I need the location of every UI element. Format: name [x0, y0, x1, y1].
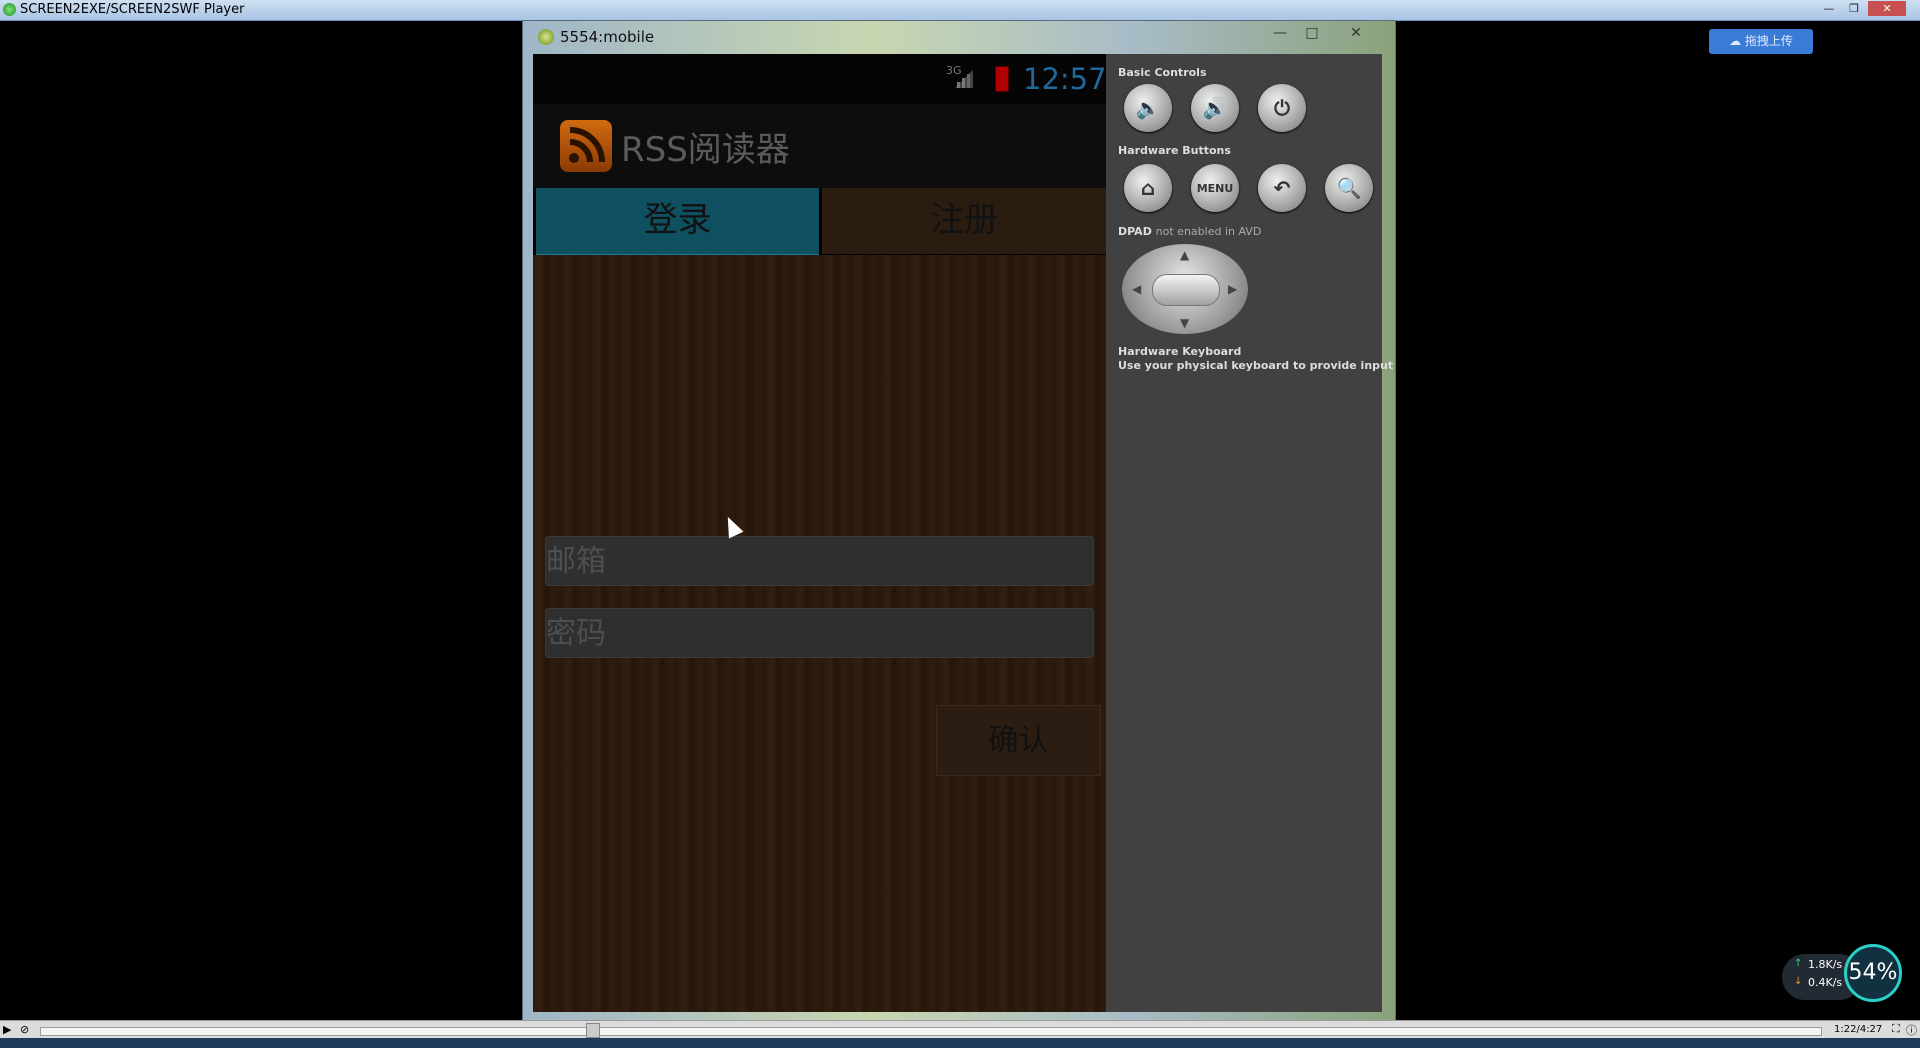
volume-up-icon: 🔊 — [1202, 96, 1228, 120]
dpad-down-icon[interactable]: ▼ — [1180, 316, 1189, 330]
upload-speed: 1.8K/s — [1808, 958, 1843, 971]
info-icon[interactable]: ⓘ — [1906, 1022, 1917, 1038]
volume-up-button[interactable]: 🔊 — [1191, 84, 1239, 132]
signal-icon — [955, 70, 973, 88]
basic-controls-label: Basic Controls — [1118, 66, 1207, 79]
hardware-keyboard-desc: Use your physical keyboard to provide in… — [1118, 359, 1394, 372]
hardware-buttons-label: Hardware Buttons — [1118, 144, 1231, 157]
action-bar: RSS阅读器 — [533, 104, 1106, 188]
emulator-minimize-button[interactable]: — — [1266, 24, 1294, 42]
download-speed: 0.4K/s — [1808, 976, 1843, 989]
taskbar — [0, 1038, 1920, 1048]
player-minimize-button[interactable]: — — [1818, 1, 1840, 16]
dpad-right-icon[interactable]: ▶ — [1228, 282, 1237, 296]
dpad-left-icon[interactable]: ◀ — [1132, 282, 1141, 296]
volume-down-button[interactable]: 🔈 — [1124, 84, 1172, 132]
upload-badge[interactable]: ☁ 拖拽上传 — [1709, 29, 1813, 54]
dpad-label-text: DPAD — [1118, 225, 1152, 238]
network-speed-widget: ↑ 1.8K/s ↓ 0.4K/s 54% — [1782, 944, 1902, 1006]
download-arrow-icon: ↓ — [1794, 976, 1803, 987]
android-icon — [538, 29, 554, 45]
power-button[interactable]: ⏻ — [1258, 84, 1306, 132]
cpu-percent[interactable]: 54% — [1844, 944, 1902, 1002]
back-icon: ↶ — [1273, 176, 1291, 200]
time-label: 1:22/4:27 — [1834, 1024, 1883, 1035]
progress-bar[interactable] — [40, 1027, 1822, 1036]
emulator-title: 5554:mobile — [560, 28, 655, 46]
login-form: 邮箱 密码 确认 — [533, 255, 1106, 1012]
emulator-controls-panel: Basic Controls 🔈 🔊 ⏻ Hardware Buttons ⌂ … — [1106, 54, 1393, 1012]
upload-label: 拖拽上传 — [1744, 34, 1793, 48]
back-button[interactable]: ↶ — [1258, 164, 1306, 212]
cloud-icon: ☁ — [1729, 34, 1745, 48]
app-title: RSS阅读器 — [621, 130, 790, 170]
email-field[interactable]: 邮箱 — [545, 536, 1094, 586]
player-app-icon — [3, 3, 16, 16]
upload-arrow-icon: ↑ — [1794, 958, 1803, 969]
battery-icon — [995, 66, 1009, 92]
fullscreen-icon[interactable]: ⛶ — [1892, 1022, 1900, 1036]
tab-bar: 登录 注册 — [536, 188, 1106, 257]
dpad-note: not enabled in AVD — [1155, 225, 1262, 238]
player-close-button[interactable]: ✕ — [1868, 1, 1906, 16]
clock: 12:57 — [1023, 62, 1106, 96]
player-control-bar: ▶ ⊘ 1:22/4:27 ⛶ ⓘ — [0, 1020, 1920, 1039]
status-bar: 3G 12:57 — [533, 54, 1106, 104]
menu-button[interactable]: MENU — [1191, 164, 1239, 212]
emulator-close-button[interactable]: ✕ — [1342, 24, 1370, 42]
player-titlebar — [0, 0, 1920, 21]
dpad-center[interactable] — [1152, 274, 1220, 306]
dpad-up-icon[interactable]: ▲ — [1180, 248, 1189, 262]
emulator-maximize-button[interactable]: □ — [1298, 24, 1326, 42]
dpad-label: DPAD not enabled in AVD — [1118, 225, 1261, 238]
hardware-keyboard-title: Hardware Keyboard — [1118, 345, 1242, 358]
rss-icon — [560, 120, 612, 172]
home-button[interactable]: ⌂ — [1124, 164, 1172, 212]
device-screen: 3G 12:57 RSS阅读器 登录 注册 邮箱 密码 确认 — [533, 54, 1106, 1012]
password-field[interactable]: 密码 — [545, 608, 1094, 658]
home-icon: ⌂ — [1140, 176, 1156, 200]
search-icon: 🔍 — [1336, 176, 1362, 200]
dpad[interactable]: ▲ ▼ ◀ ▶ — [1122, 244, 1248, 334]
play-icon[interactable]: ▶ — [3, 1023, 11, 1036]
tab-login[interactable]: 登录 — [536, 188, 819, 257]
search-button[interactable]: 🔍 — [1325, 164, 1373, 212]
volume-down-icon: 🔈 — [1135, 96, 1161, 120]
player-title: SCREEN2EXE/SCREEN2SWF Player — [20, 2, 245, 17]
power-icon: ⏻ — [1274, 96, 1290, 120]
stop-icon[interactable]: ⊘ — [20, 1023, 29, 1036]
tab-register[interactable]: 注册 — [822, 188, 1106, 254]
progress-thumb[interactable] — [585, 1023, 600, 1038]
confirm-button[interactable]: 确认 — [936, 705, 1101, 776]
player-restore-button[interactable]: ❐ — [1843, 1, 1865, 16]
